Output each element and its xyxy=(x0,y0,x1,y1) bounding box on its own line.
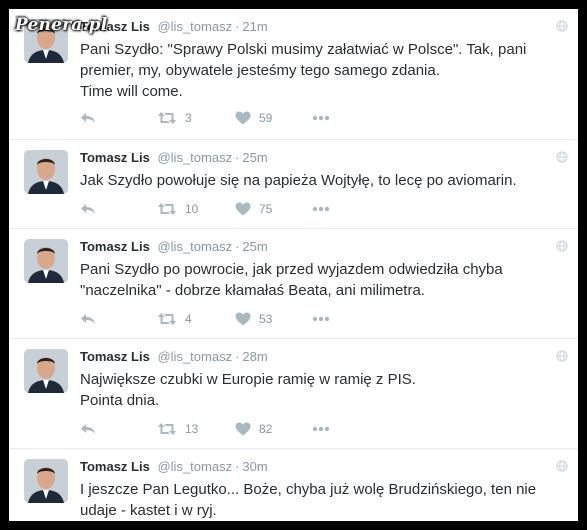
timestamp[interactable]: 25m xyxy=(242,239,267,254)
tweet-text-line: Pani Szydło: "Sprawy Polski musimy załat… xyxy=(80,41,527,58)
reply-icon xyxy=(81,204,95,214)
separator-dot: · xyxy=(235,239,240,254)
retweet-button[interactable]: 4 xyxy=(157,311,192,327)
tweet-text-line: Time will come. xyxy=(80,83,183,100)
more-icon xyxy=(312,206,330,212)
reply-button[interactable] xyxy=(80,110,96,126)
like-button[interactable]: 53 xyxy=(235,311,272,327)
tweet-text-line: "naczelnika" - dobrze kłamałaś Beata, an… xyxy=(80,282,425,299)
author-name[interactable]: Tomasz Lis xyxy=(80,239,150,254)
tweet-actions: 3 59 xyxy=(80,110,380,126)
globe-icon xyxy=(556,151,568,163)
more-button[interactable] xyxy=(312,110,330,126)
tweet-text: Pani Szydło: "Sprawy Polski musimy załat… xyxy=(80,39,550,102)
more-button[interactable] xyxy=(312,421,330,437)
heart-icon xyxy=(235,422,251,436)
tweet-header: Tomasz Lis @lis_tomasz · 30m xyxy=(80,459,268,474)
tweet-text-line: Największe czubki w Europie ramię w rami… xyxy=(80,371,416,388)
tweet-text-line: I jeszcze Pan Legutko... Boże, chyba już… xyxy=(80,481,537,498)
tweet-text: Największe czubki w Europie ramię w rami… xyxy=(80,369,550,411)
tweet[interactable]: Tomasz Lis @lis_tomasz · 28m Największe cz… xyxy=(9,339,578,449)
retweet-count: 3 xyxy=(185,111,192,125)
tweet-text-line: premier, my, obywatele jesteśmy tego sam… xyxy=(80,62,440,79)
retweet-button[interactable]: 10 xyxy=(157,201,198,217)
timestamp[interactable]: 25m xyxy=(242,150,267,165)
tweet-header: Tomasz Lis @lis_tomasz · 28m xyxy=(80,349,268,364)
reply-button[interactable] xyxy=(80,201,96,217)
author-name[interactable]: Tomasz Lis xyxy=(80,459,150,474)
separator-dot: · xyxy=(235,459,240,474)
avatar[interactable] xyxy=(24,459,68,503)
retweet-button[interactable]: 13 xyxy=(157,421,198,437)
author-handle[interactable]: @lis_tomasz xyxy=(157,349,232,364)
globe-icon xyxy=(556,20,568,32)
reply-icon xyxy=(81,113,95,123)
tweet-actions: 4 53 xyxy=(80,311,380,327)
tweet-actions: 13 82 xyxy=(80,421,380,437)
more-button[interactable] xyxy=(312,201,330,217)
retweet-icon xyxy=(158,203,176,215)
separator-dot: · xyxy=(235,349,240,364)
tweet-header: Tomasz Lis @lis_tomasz · 21m xyxy=(80,19,268,34)
retweet-count: 13 xyxy=(185,422,199,436)
timestamp[interactable]: 28m xyxy=(242,349,267,364)
retweet-count: 10 xyxy=(185,202,199,216)
heart-icon xyxy=(235,202,251,216)
retweet-icon xyxy=(158,423,176,435)
like-count: 59 xyxy=(259,111,273,125)
like-count: 53 xyxy=(259,312,273,326)
watermark-logo: Penera.pl xyxy=(15,15,108,35)
tweet[interactable]: Tomasz Lis @lis_tomasz · 30m I jeszcze Pan… xyxy=(9,449,578,521)
like-count: 82 xyxy=(259,422,273,436)
timeline: Tomasz Lis @lis_tomasz · 21m Pani Szydło: … xyxy=(9,9,578,521)
author-handle[interactable]: @lis_tomasz xyxy=(157,150,232,165)
like-button[interactable]: 75 xyxy=(235,201,272,217)
reply-button[interactable] xyxy=(80,421,96,437)
like-button[interactable]: 82 xyxy=(235,421,272,437)
globe-icon xyxy=(556,240,568,252)
tweet-text-line: udaje - kastet i w ryj. xyxy=(80,502,217,519)
avatar[interactable] xyxy=(24,349,68,393)
tweet-text-line: Jak Szydło powołuje się na papieża Wojty… xyxy=(80,172,517,189)
tweet-text: Pani Szydło po powrocie, jak przed wyjaz… xyxy=(80,259,550,301)
globe-icon xyxy=(556,460,568,472)
tweet[interactable]: Tomasz Lis @lis_tomasz · 25m Pani Szydło p… xyxy=(9,229,578,339)
author-handle[interactable]: @lis_tomasz xyxy=(157,19,232,34)
globe-icon xyxy=(556,350,568,362)
like-button[interactable]: 59 xyxy=(235,110,272,126)
timestamp[interactable]: 30m xyxy=(242,459,267,474)
tweet-text: Jak Szydło powołuje się na papieża Wojty… xyxy=(80,170,550,191)
separator-dot: · xyxy=(235,150,240,165)
tweet-header: Tomasz Lis @lis_tomasz · 25m xyxy=(80,239,268,254)
more-button[interactable] xyxy=(312,311,330,327)
retweet-icon xyxy=(158,313,176,325)
like-count: 75 xyxy=(259,202,273,216)
tweet-actions: 10 75 xyxy=(80,201,380,217)
author-handle[interactable]: @lis_tomasz xyxy=(157,459,232,474)
tweet-text-line: Pani Szydło po powrocie, jak przed wyjaz… xyxy=(80,261,503,278)
author-name[interactable]: Tomasz Lis xyxy=(80,349,150,364)
tweet-text: I jeszcze Pan Legutko... Boże, chyba już… xyxy=(80,479,550,521)
retweet-icon xyxy=(158,112,176,124)
tweet[interactable]: Tomasz Lis @lis_tomasz · 25m Jak Szydło po… xyxy=(9,140,578,229)
author-name[interactable]: Tomasz Lis xyxy=(80,150,150,165)
retweet-count: 4 xyxy=(185,312,192,326)
separator-dot: · xyxy=(235,19,240,34)
retweet-button[interactable]: 3 xyxy=(157,110,192,126)
author-handle[interactable]: @lis_tomasz xyxy=(157,239,232,254)
more-icon xyxy=(312,316,330,322)
reply-icon xyxy=(81,314,95,324)
heart-icon xyxy=(235,312,251,326)
tweet-header: Tomasz Lis @lis_tomasz · 25m xyxy=(80,150,268,165)
timestamp[interactable]: 21m xyxy=(242,19,267,34)
tweet-text-line: Pointa dnia. xyxy=(80,392,160,409)
reply-icon xyxy=(81,424,95,434)
reply-button[interactable] xyxy=(80,311,96,327)
avatar[interactable] xyxy=(24,239,68,283)
more-icon xyxy=(312,426,330,432)
more-icon xyxy=(312,115,330,121)
avatar[interactable] xyxy=(24,150,68,194)
heart-icon xyxy=(235,111,251,125)
